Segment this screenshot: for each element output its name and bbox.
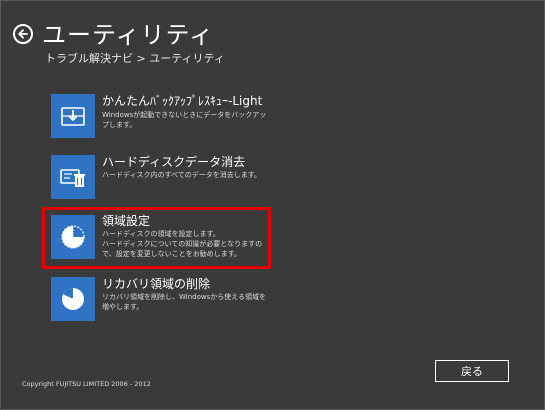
item-title-disk-erase[interactable]: ハードディスクデータ消去 — [102, 155, 245, 170]
page-title: ユーティリティ — [42, 21, 215, 49]
utility-item-recovery-delete[interactable] — [51, 277, 95, 321]
item-title-backup[interactable]: かんたんﾊﾞｯｸｱｯﾌﾟﾚｽｷｭｰ-Light — [102, 94, 262, 109]
back-arrow-icon — [18, 29, 28, 39]
copyright: Copyright FUJITSU LIMITED 2006 - 2012 — [22, 380, 151, 388]
selection-highlight — [42, 207, 271, 269]
item-desc-recovery-delete: リカバリ領域を削除し、Windowsから使える領域を増やします。 — [102, 293, 267, 311]
pie-chart-icon — [62, 288, 84, 310]
backup-icon — [61, 107, 85, 126]
back-button[interactable] — [13, 24, 33, 44]
utility-item-disk-erase[interactable] — [51, 155, 95, 199]
return-button[interactable]: 戻る — [435, 360, 509, 382]
item-desc-disk-erase: ハードディスク内のすべてのデータを消去します。 — [102, 171, 262, 179]
disk-erase-icon — [60, 169, 85, 187]
utility-item-backup[interactable] — [51, 94, 95, 138]
item-desc-backup: Windowsが起動できないときにデータをバックアップします。 — [102, 111, 267, 129]
item-title-recovery-delete[interactable]: リカバリ領域の削除 — [102, 277, 210, 292]
breadcrumb: トラブル解決ナビ > ユーティリティ — [45, 52, 225, 65]
